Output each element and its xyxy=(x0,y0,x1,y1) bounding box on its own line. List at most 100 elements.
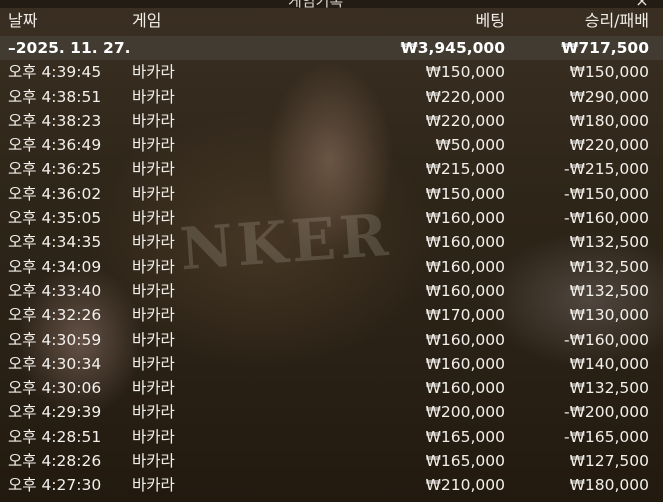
row-game: 바카라 xyxy=(132,136,175,155)
row-bet: ₩160,000 xyxy=(425,233,505,252)
table-row[interactable]: 오후 4:30:59 바카라 ₩160,000 -₩160,000 xyxy=(0,328,663,352)
row-win-loss: ₩180,000 xyxy=(569,476,649,495)
row-win-loss: -₩160,000 xyxy=(563,330,649,349)
row-bet: ₩165,000 xyxy=(425,452,505,471)
row-time: 오후 4:34:09 xyxy=(8,257,102,276)
table-row[interactable]: 오후 4:28:51 바카라 ₩165,000 -₩165,000 xyxy=(0,425,663,449)
row-time: 오후 4:32:26 xyxy=(8,306,102,325)
row-game: 바카라 xyxy=(132,403,175,422)
row-bet: ₩220,000 xyxy=(425,111,505,130)
row-win-loss: ₩130,000 xyxy=(569,306,649,325)
row-game: 바카라 xyxy=(132,306,175,325)
row-bet: ₩200,000 xyxy=(425,403,505,422)
row-time: 오후 4:29:39 xyxy=(8,403,102,422)
table-row[interactable]: 오후 4:38:51 바카라 ₩220,000 ₩290,000 xyxy=(0,85,663,109)
column-header-win-loss: 승리/패배 xyxy=(584,11,649,30)
row-time: 오후 4:33:40 xyxy=(8,281,102,300)
row-win-loss: -₩200,000 xyxy=(563,403,649,422)
table-row[interactable]: 오후 4:30:06 바카라 ₩160,000 ₩132,500 xyxy=(0,376,663,400)
row-bet: ₩165,000 xyxy=(425,427,505,446)
row-time: 오후 4:38:23 xyxy=(8,111,102,130)
row-game: 바카라 xyxy=(132,63,175,82)
row-win-loss: ₩132,500 xyxy=(569,233,649,252)
row-game: 바카라 xyxy=(132,281,175,300)
column-header-bet: 베팅 xyxy=(475,11,505,30)
table-row[interactable]: 오후 4:27:30 바카라 ₩210,000 ₩180,000 xyxy=(0,473,663,497)
table-row[interactable]: 오후 4:28:26 바카라 ₩165,000 ₩127,500 xyxy=(0,449,663,473)
row-time: 오후 4:30:34 xyxy=(8,354,102,373)
row-time: 오후 4:39:45 xyxy=(8,63,102,82)
row-win-loss: ₩140,000 xyxy=(569,354,649,373)
row-bet: ₩210,000 xyxy=(425,476,505,495)
row-bet: ₩160,000 xyxy=(425,379,505,398)
row-win-loss: -₩215,000 xyxy=(563,160,649,179)
row-bet: ₩160,000 xyxy=(425,330,505,349)
row-time: 오후 4:36:25 xyxy=(8,160,102,179)
row-time: 오후 4:35:05 xyxy=(8,209,102,228)
column-header-date: 날짜 xyxy=(8,11,38,30)
row-bet: ₩215,000 xyxy=(425,160,505,179)
row-time: 오후 4:34:35 xyxy=(8,233,102,252)
row-time: 오후 4:28:26 xyxy=(8,452,102,471)
row-win-loss: -₩160,000 xyxy=(563,209,649,228)
row-time: 오후 4:30:06 xyxy=(8,379,102,398)
row-game: 바카라 xyxy=(132,257,175,276)
table-row[interactable]: 오후 4:34:35 바카라 ₩160,000 ₩132,500 xyxy=(0,230,663,254)
table-row[interactable]: 오후 4:34:09 바카라 ₩160,000 ₩132,500 xyxy=(0,255,663,279)
row-bet: ₩160,000 xyxy=(425,281,505,300)
close-button[interactable]: × xyxy=(633,0,651,9)
table-body: 오후 4:39:45 바카라 ₩150,000 ₩150,000 오후 4:38:51 바… xyxy=(0,60,663,497)
row-game: 바카라 xyxy=(132,379,175,398)
table-row[interactable]: 오후 4:35:05 바카라 ₩160,000 -₩160,000 xyxy=(0,206,663,230)
table-header-row: 날짜 게임 베팅 승리/패배 xyxy=(0,8,663,36)
date-group-summary-row[interactable]: –2025. 11. 27. ₩3,945,000 ₩717,500 xyxy=(0,36,663,61)
row-time: 오후 4:36:02 xyxy=(8,184,102,203)
row-bet: ₩50,000 xyxy=(435,136,505,155)
row-time: 오후 4:27:30 xyxy=(8,476,102,495)
row-game: 바카라 xyxy=(132,452,175,471)
row-win-loss: ₩132,500 xyxy=(569,379,649,398)
row-bet: ₩160,000 xyxy=(425,209,505,228)
row-game: 바카라 xyxy=(132,330,175,349)
row-bet: ₩160,000 xyxy=(425,354,505,373)
date-group-label: –2025. 11. 27. xyxy=(8,39,131,57)
row-game: 바카라 xyxy=(132,233,175,252)
row-game: 바카라 xyxy=(132,427,175,446)
date-group-total-bet: ₩3,945,000 xyxy=(400,39,505,57)
row-game: 바카라 xyxy=(132,476,175,495)
row-win-loss: ₩220,000 xyxy=(569,136,649,155)
row-win-loss: -₩165,000 xyxy=(563,427,649,446)
row-win-loss: ₩132,500 xyxy=(569,257,649,276)
table-row[interactable]: 오후 4:36:25 바카라 ₩215,000 -₩215,000 xyxy=(0,157,663,181)
row-win-loss: ₩127,500 xyxy=(569,452,649,471)
row-time: 오후 4:28:51 xyxy=(8,427,102,446)
row-game: 바카라 xyxy=(132,111,175,130)
row-bet: ₩220,000 xyxy=(425,87,505,106)
row-game: 바카라 xyxy=(132,184,175,203)
table-row[interactable]: 오후 4:36:49 바카라 ₩50,000 ₩220,000 xyxy=(0,133,663,157)
table-row[interactable]: 오후 4:29:39 바카라 ₩200,000 -₩200,000 xyxy=(0,400,663,424)
row-time: 오후 4:30:59 xyxy=(8,330,102,349)
table-row[interactable]: 오후 4:36:02 바카라 ₩150,000 -₩150,000 xyxy=(0,182,663,206)
row-win-loss: ₩132,500 xyxy=(569,281,649,300)
row-bet: ₩170,000 xyxy=(425,306,505,325)
date-group-total-win-loss: ₩717,500 xyxy=(561,39,649,57)
row-win-loss: ₩290,000 xyxy=(569,87,649,106)
table-row[interactable]: 오후 4:32:26 바카라 ₩170,000 ₩130,000 xyxy=(0,303,663,327)
row-game: 바카라 xyxy=(132,354,175,373)
row-win-loss: ₩150,000 xyxy=(569,63,649,82)
row-game: 바카라 xyxy=(132,160,175,179)
row-bet: ₩150,000 xyxy=(425,63,505,82)
row-game: 바카라 xyxy=(132,209,175,228)
table-row[interactable]: 오후 4:38:23 바카라 ₩220,000 ₩180,000 xyxy=(0,109,663,133)
row-time: 오후 4:38:51 xyxy=(8,87,102,106)
row-win-loss: -₩150,000 xyxy=(563,184,649,203)
row-game: 바카라 xyxy=(132,87,175,106)
column-header-game: 게임 xyxy=(132,11,162,30)
table-row[interactable]: 오후 4:30:34 바카라 ₩160,000 ₩140,000 xyxy=(0,352,663,376)
row-bet: ₩150,000 xyxy=(425,184,505,203)
row-time: 오후 4:36:49 xyxy=(8,136,102,155)
row-bet: ₩160,000 xyxy=(425,257,505,276)
table-row[interactable]: 오후 4:33:40 바카라 ₩160,000 ₩132,500 xyxy=(0,279,663,303)
table-row[interactable]: 오후 4:39:45 바카라 ₩150,000 ₩150,000 xyxy=(0,60,663,84)
